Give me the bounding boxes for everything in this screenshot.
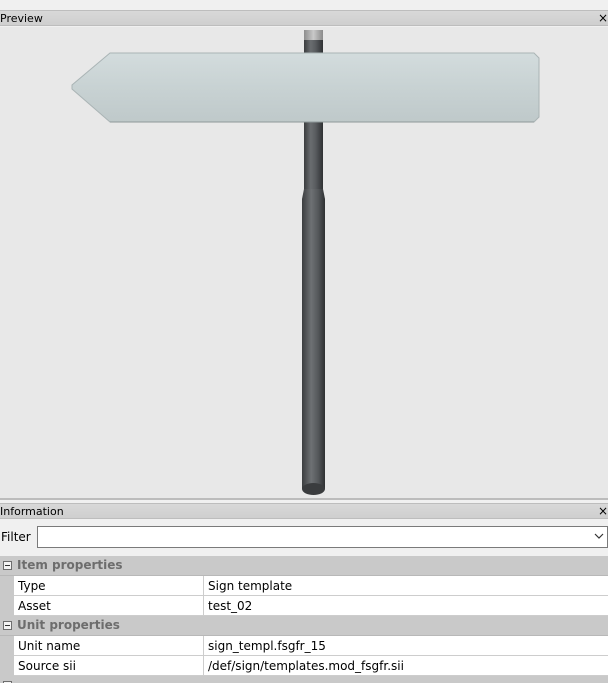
collapse-minus-icon[interactable] [3, 621, 12, 630]
filter-combobox[interactable] [37, 526, 608, 548]
close-icon[interactable]: × [598, 11, 608, 25]
chevron-down-icon[interactable] [594, 531, 604, 541]
pole-cap [304, 30, 323, 40]
row-gutter [0, 576, 14, 596]
property-value: sign_templ.fsgfr_15 [208, 639, 326, 653]
property-name-cell: Asset [14, 596, 204, 616]
property-value-cell[interactable]: /def/sign/templates.mod_fsgfr.sii [204, 656, 608, 676]
property-value-cell[interactable]: sign_templ.fsgfr_15 [204, 636, 608, 656]
property-value-cell[interactable]: test_02 [204, 596, 608, 616]
information-panel-title: Information [0, 505, 64, 518]
pole-lower [302, 199, 325, 489]
property-name: Asset [18, 599, 51, 613]
filter-row: Filter [0, 522, 608, 554]
property-row-asset[interactable]: Asset test_02 [0, 596, 608, 616]
top-strip [0, 0, 608, 10]
category-unit-properties[interactable]: Unit properties [0, 616, 608, 636]
preview-panel-title: Preview [0, 12, 43, 25]
property-value: Sign template [208, 579, 293, 593]
panel-splitter[interactable] [0, 498, 608, 500]
category-partial[interactable] [0, 676, 608, 683]
pole-taper [302, 189, 325, 199]
filter-label: Filter [1, 530, 31, 544]
row-gutter [0, 596, 14, 616]
category-label: Unit properties [17, 618, 120, 632]
sign-board [71, 52, 540, 123]
property-name: Source sii [18, 659, 76, 673]
property-value: /def/sign/templates.mod_fsgfr.sii [208, 659, 404, 673]
preview-panel-header[interactable]: Preview × [0, 10, 608, 26]
row-gutter [0, 636, 14, 656]
property-name: Type [18, 579, 46, 593]
editor-window: Preview × Information × Filter Item prop… [0, 0, 608, 683]
property-row-unit-name[interactable]: Unit name sign_templ.fsgfr_15 [0, 636, 608, 656]
collapse-minus-icon[interactable] [3, 561, 12, 570]
category-item-properties[interactable]: Item properties [0, 556, 608, 576]
information-panel-header[interactable]: Information × [0, 503, 608, 519]
property-row-type[interactable]: Type Sign template [0, 576, 608, 596]
pole-base [302, 483, 325, 495]
property-name-cell: Source sii [14, 656, 204, 676]
property-name-cell: Unit name [14, 636, 204, 656]
property-value-cell[interactable]: Sign template [204, 576, 608, 596]
sign-model-render [71, 30, 540, 495]
preview-viewport[interactable] [0, 27, 608, 499]
close-icon[interactable]: × [598, 504, 608, 518]
property-row-source-sii[interactable]: Source sii /def/sign/templates.mod_fsgfr… [0, 656, 608, 676]
property-name: Unit name [18, 639, 81, 653]
property-grid: Item properties Type Sign template Asset… [0, 556, 608, 683]
row-gutter [0, 656, 14, 676]
property-name-cell: Type [14, 576, 204, 596]
property-value: test_02 [208, 599, 253, 613]
category-label: Item properties [17, 558, 123, 572]
